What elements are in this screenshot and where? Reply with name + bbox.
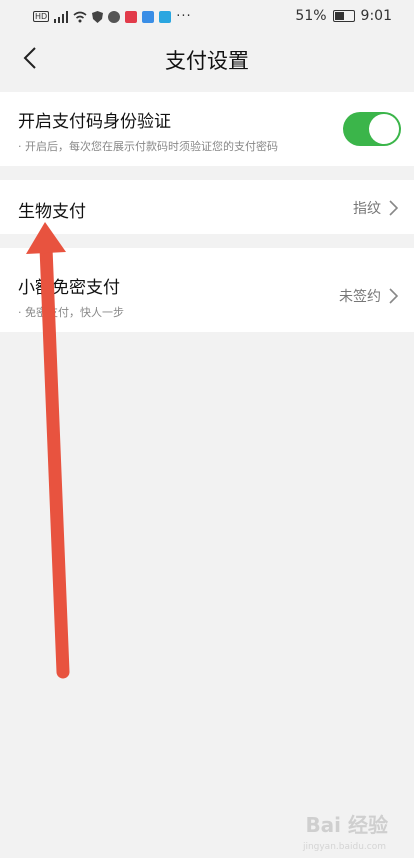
- status-time: 9:01: [360, 8, 392, 24]
- chevron-right-icon: [389, 288, 398, 304]
- cloud-icon: [142, 10, 155, 23]
- small-amount-pay-value: 未签约: [339, 289, 381, 305]
- status-icons-right: 51% 9:01: [295, 8, 392, 24]
- pay-code-verify-row: 开启支付码身份验证 · 开启后，每次您在展示付款码时须验证您的支付密码: [0, 92, 414, 166]
- chat-icon: [108, 10, 121, 23]
- pay-code-verify-toggle[interactable]: [343, 112, 401, 146]
- status-icons-left: HD ···: [33, 9, 192, 24]
- signal-icon: [54, 10, 69, 23]
- pay-code-verify-title: 开启支付码身份验证: [18, 112, 171, 132]
- baidu-watermark-url: jingyan.baidu.com: [302, 842, 386, 852]
- baidu-watermark: Bai 经验: [305, 813, 388, 837]
- app-red-icon: [125, 10, 138, 23]
- battery-percent: 51%: [295, 8, 327, 24]
- hd-icon: HD: [33, 11, 50, 22]
- shield-icon: [92, 10, 104, 23]
- pay-code-verify-description: · 开启后，每次您在展示付款码时须验证您的支付密码: [18, 140, 278, 153]
- toggle-knob: [369, 114, 399, 144]
- page-title: 支付设置: [165, 49, 249, 73]
- wifi-icon: [73, 11, 87, 22]
- more-dots-icon: ···: [176, 9, 192, 24]
- chevron-right-icon: [389, 200, 398, 216]
- small-amount-pay-row[interactable]: 小额免密支付 · 免密支付，快人一步 未签约: [0, 248, 414, 332]
- biometric-pay-title: 生物支付: [18, 202, 86, 222]
- small-amount-pay-description: · 免密支付，快人一步: [18, 306, 124, 319]
- small-amount-pay-title: 小额免密支付: [18, 278, 120, 298]
- status-bar: HD ··· 51% 9:01: [0, 0, 414, 34]
- biometric-pay-row[interactable]: 生物支付 指纹: [0, 180, 414, 234]
- search-app-icon: [159, 10, 172, 23]
- battery-icon: [332, 10, 355, 22]
- small-amount-pay-value-group: 未签约: [339, 286, 398, 306]
- biometric-pay-value-group: 指纹: [353, 198, 398, 218]
- nav-bar: 支付设置: [0, 34, 414, 82]
- biometric-pay-value: 指纹: [353, 201, 381, 217]
- battery-level-fill: [334, 12, 344, 20]
